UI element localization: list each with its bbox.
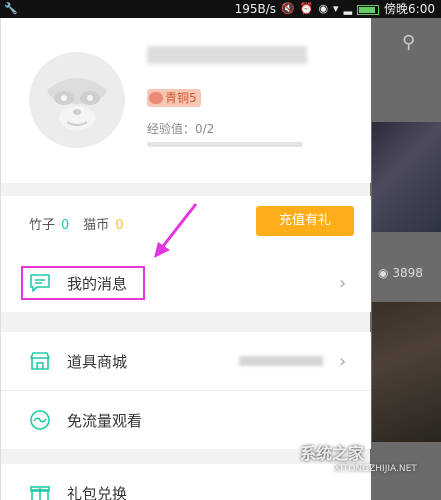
recharge-button[interactable]: 充值有礼 (256, 206, 354, 236)
eye-icon: ◉ (318, 2, 329, 15)
chevron-right-icon: › (339, 273, 347, 294)
username-blurred (147, 46, 307, 64)
menu-item-label: 礼包兑换 (67, 485, 128, 500)
status-bar: 🔧 195B/s 🔇 ⏰ ◉ ▾ ▂ 傍晚6:00 (0, 0, 441, 18)
highlight-box (21, 266, 145, 300)
bamboo-label: 竹子 (29, 218, 56, 233)
menu-item-label: 道具商城 (67, 353, 128, 371)
shop-icon (30, 352, 50, 370)
avatar[interactable] (29, 52, 125, 148)
panda-avatar-icon (29, 52, 125, 148)
clock: 傍晚6:00 (384, 2, 435, 16)
alarm-icon: ⏰ (299, 2, 314, 15)
experience-progress-bar (147, 142, 303, 147)
coin-label: 猫币 (83, 218, 110, 233)
status-bar-right: 195B/s 🔇 ⏰ ◉ ▾ ▂ 傍晚6:00 (235, 0, 435, 18)
network-speed: 195B/s (234, 2, 277, 16)
chevron-right-icon: › (339, 351, 347, 372)
coin-value: 0 (115, 218, 124, 233)
video-thumbnail[interactable] (372, 302, 441, 442)
wallet-balances: 竹子 0 猫币 0 (29, 214, 124, 233)
wave-icon (30, 410, 50, 430)
level-badge: 青铜5 (147, 89, 201, 107)
profile-section[interactable]: 青铜5 经验值：0/2 (1, 18, 371, 183)
gift-icon (30, 486, 50, 500)
menu-item-shop[interactable]: 道具商城 › (1, 332, 371, 390)
search-icon[interactable]: ⚲ (402, 32, 415, 53)
wrench-icon: 🔧 (4, 2, 18, 15)
wifi-icon: ▾ (333, 2, 339, 15)
level-label: 青铜5 (165, 91, 197, 105)
mute-icon: 🔇 (281, 2, 295, 15)
watermark: 系统之家 XITONGZHIJIA.NET (300, 440, 417, 474)
menu-item-label: 免流量观看 (67, 412, 143, 430)
bamboo-value: 0 (61, 218, 70, 233)
annotation-arrow-icon (154, 203, 198, 258)
views-eye-icon: ◉ (378, 266, 389, 280)
video-thumbnail[interactable] (372, 122, 441, 232)
watermark-main: 系统之家 (300, 444, 365, 463)
signal-icon: ▂ (343, 2, 353, 15)
pig-icon (149, 92, 163, 104)
battery-icon (357, 4, 380, 15)
shop-value-blurred (239, 356, 323, 366)
view-count-value: 3898 (392, 266, 423, 280)
experience-text: 经验值：0/2 (147, 122, 215, 136)
watermark-sub: XITONGZHIJIA.NET (334, 464, 417, 474)
view-count: ◉ 3898 (378, 266, 423, 280)
